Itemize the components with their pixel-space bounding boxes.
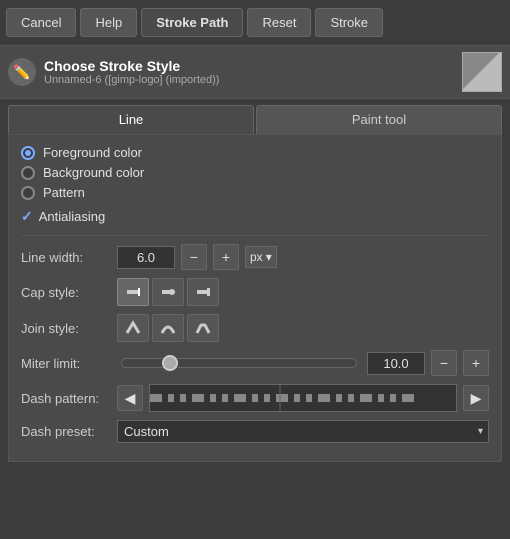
cancel-button[interactable]: Cancel [6, 8, 76, 37]
miter-plus-button[interactable]: + [463, 350, 489, 376]
stroke-button[interactable]: Stroke [315, 8, 383, 37]
join-style-row: Join style: [21, 314, 489, 342]
stroke-path-button[interactable]: Stroke Path [141, 8, 243, 37]
miter-limit-input[interactable] [367, 352, 425, 375]
antialiasing-label: Antialiasing [39, 209, 106, 224]
dash-pattern-row: Dash pattern: ◀ [21, 384, 489, 412]
dash-left-button[interactable]: ◀ [117, 385, 143, 411]
foreground-color-label: Foreground color [43, 145, 142, 160]
miter-slider-thumb[interactable] [162, 355, 178, 371]
dash-pattern-display[interactable] [149, 384, 457, 412]
dash-pattern-svg [150, 384, 456, 412]
background-color-radio[interactable] [21, 166, 35, 180]
miter-minus-button[interactable]: − [431, 350, 457, 376]
dash-pattern-label: Dash pattern: [21, 391, 111, 406]
cap-style-label: Cap style: [21, 285, 111, 300]
stroke-preview [462, 52, 502, 92]
background-color-option[interactable]: Background color [21, 165, 489, 180]
tab-line[interactable]: Line [8, 105, 254, 134]
tab-paint-tool[interactable]: Paint tool [256, 105, 502, 134]
main-content: Foreground color Background color Patter… [8, 134, 502, 462]
reset-button[interactable]: Reset [247, 8, 311, 37]
join-style-label: Join style: [21, 321, 111, 336]
dialog-title: Choose Stroke Style [44, 58, 454, 74]
foreground-color-option[interactable]: Foreground color [21, 145, 489, 160]
help-button[interactable]: Help [80, 8, 137, 37]
join-miter-button[interactable] [117, 314, 149, 342]
check-icon: ✓ [21, 208, 33, 225]
unit-label: px [250, 250, 263, 264]
header-text: Choose Stroke Style Unnamed-6 ([gimp-log… [44, 58, 454, 86]
line-width-plus-button[interactable]: + [213, 244, 239, 270]
dash-right-button[interactable]: ▶ [463, 385, 489, 411]
join-round-button[interactable] [152, 314, 184, 342]
join-style-buttons [117, 314, 219, 342]
cap-style-row: Cap style: [21, 278, 489, 306]
top-toolbar: Cancel Help Stroke Path Reset Stroke [0, 0, 510, 45]
unit-selector[interactable]: px ▾ [245, 246, 277, 268]
stroke-icon: ✏️ [8, 58, 36, 86]
miter-limit-label: Miter limit: [21, 356, 111, 371]
pattern-option[interactable]: Pattern [21, 185, 489, 200]
cap-round-button[interactable] [152, 278, 184, 306]
pattern-radio[interactable] [21, 186, 35, 200]
join-bevel-icon [194, 319, 212, 337]
dialog-subtitle: Unnamed-6 ([gimp-logo] (imported)) [44, 74, 454, 86]
line-width-label: Line width: [21, 250, 111, 265]
cap-butt-icon [124, 283, 142, 301]
dash-preset-label: Dash preset: [21, 424, 111, 439]
color-source-group: Foreground color Background color Patter… [21, 145, 489, 200]
line-width-row: Line width: − + px ▾ [21, 244, 489, 270]
dash-preset-wrapper: Custom Solid Dotted Dashed ▾ [117, 420, 489, 443]
tab-row: Line Paint tool [0, 99, 510, 134]
header-bar: ✏️ Choose Stroke Style Unnamed-6 ([gimp-… [0, 45, 510, 99]
join-bevel-button[interactable] [187, 314, 219, 342]
line-width-input[interactable] [117, 246, 175, 269]
dash-preset-row: Dash preset: Custom Solid Dotted Dashed … [21, 420, 489, 443]
cap-round-icon [159, 283, 177, 301]
foreground-color-radio[interactable] [21, 146, 35, 160]
dash-preset-select[interactable]: Custom Solid Dotted Dashed [117, 420, 489, 443]
join-round-icon [159, 319, 177, 337]
unit-chevron-icon: ▾ [266, 250, 272, 264]
background-color-label: Background color [43, 165, 144, 180]
miter-slider[interactable] [121, 358, 357, 368]
antialiasing-checkbox[interactable]: ✓ Antialiasing [21, 208, 489, 225]
line-width-minus-button[interactable]: − [181, 244, 207, 270]
divider-1 [21, 235, 489, 236]
miter-limit-row: Miter limit: − + [21, 350, 489, 376]
cap-square-icon [194, 283, 212, 301]
cap-style-buttons [117, 278, 219, 306]
pattern-label: Pattern [43, 185, 85, 200]
cap-butt-button[interactable] [117, 278, 149, 306]
cap-square-button[interactable] [187, 278, 219, 306]
join-miter-icon [124, 319, 142, 337]
